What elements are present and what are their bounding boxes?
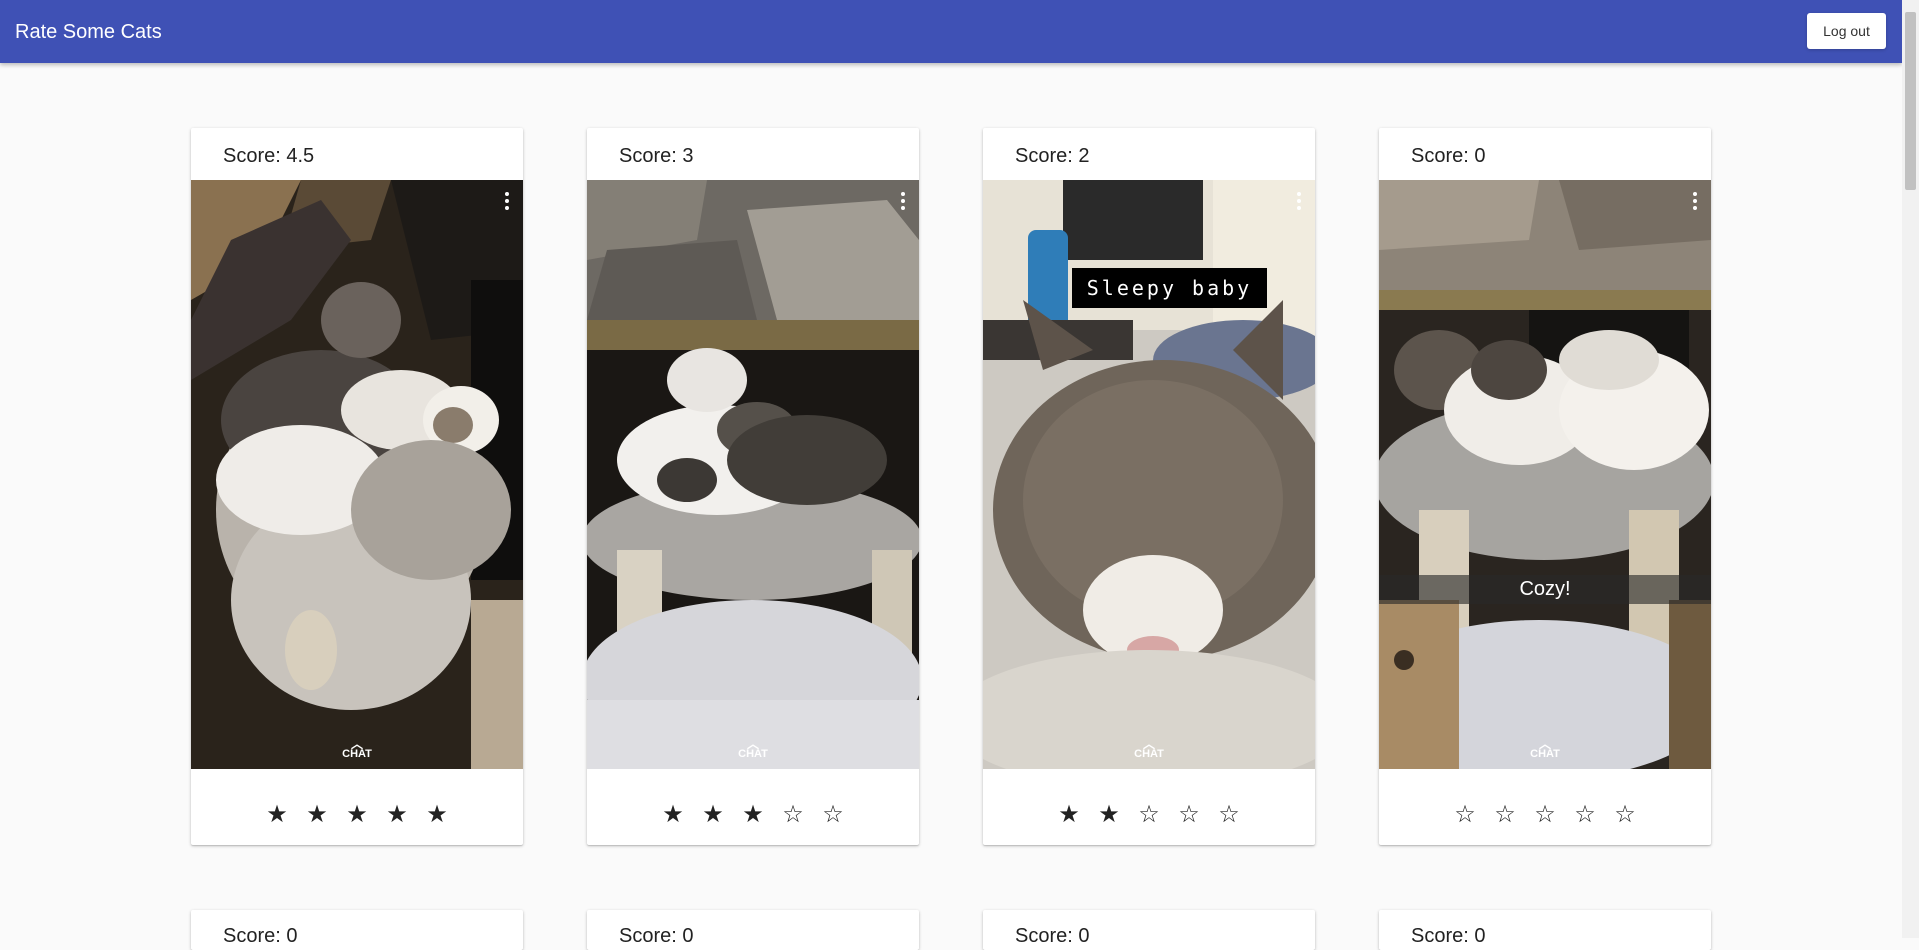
cat-card: Score: 3 ︿ CHAT ★ ★ ★ ☆ ☆ bbox=[587, 128, 919, 845]
more-vert-icon[interactable] bbox=[901, 192, 905, 210]
score-label: Score: 0 bbox=[1411, 145, 1486, 167]
cat-card: Score: 4.5 ︿ CHAT ★ ★ ★ ★ ★ bbox=[191, 128, 523, 845]
chat-icon: ︿ CHAT bbox=[342, 737, 372, 760]
score-label: Score: 0 bbox=[619, 925, 694, 947]
star-3-icon[interactable]: ★ bbox=[337, 799, 377, 829]
app-bar: Rate Some Cats Log out bbox=[0, 0, 1902, 63]
star-4-icon[interactable]: ☆ bbox=[1565, 799, 1605, 829]
star-2-icon[interactable]: ★ bbox=[297, 799, 337, 829]
star-rating: ★ ★ ★ ☆ ☆ bbox=[587, 799, 919, 829]
photo-caption: Sleepy baby bbox=[1072, 268, 1267, 308]
score-label: Score: 4.5 bbox=[223, 145, 315, 167]
cat-card: Score: 0 bbox=[983, 910, 1315, 950]
cat-photo: Cozy! ︿ CHAT bbox=[1379, 180, 1711, 769]
score-label: Score: 0 bbox=[1015, 925, 1090, 947]
star-5-icon[interactable]: ☆ bbox=[1605, 799, 1645, 829]
star-4-icon[interactable]: ★ bbox=[377, 799, 417, 829]
star-1-icon[interactable]: ★ bbox=[257, 799, 297, 829]
star-2-icon[interactable]: ★ bbox=[1089, 799, 1129, 829]
cat-photo: ︿ CHAT bbox=[587, 180, 919, 769]
star-3-icon[interactable]: ☆ bbox=[1129, 799, 1169, 829]
star-1-icon[interactable]: ☆ bbox=[1445, 799, 1485, 829]
cat-card: Score: 0 bbox=[191, 910, 523, 950]
star-4-icon[interactable]: ☆ bbox=[773, 799, 813, 829]
app-title: Rate Some Cats bbox=[15, 21, 162, 43]
star-rating: ☆ ☆ ☆ ☆ ☆ bbox=[1379, 799, 1711, 829]
cat-card: Score: 0 Cozy! ︿ CHAT ☆ ☆ ☆ ☆ ☆ bbox=[1379, 128, 1711, 845]
logout-button[interactable]: Log out bbox=[1807, 13, 1886, 49]
star-rating: ★ ★ ☆ ☆ ☆ bbox=[983, 799, 1315, 829]
star-4-icon[interactable]: ☆ bbox=[1169, 799, 1209, 829]
more-vert-icon[interactable] bbox=[1693, 192, 1697, 210]
cat-card: Score: 0 bbox=[587, 910, 919, 950]
star-2-icon[interactable]: ★ bbox=[693, 799, 733, 829]
star-1-icon[interactable]: ★ bbox=[1049, 799, 1089, 829]
star-1-icon[interactable]: ★ bbox=[653, 799, 693, 829]
photo-caption: Cozy! bbox=[1379, 575, 1711, 604]
star-2-icon[interactable]: ☆ bbox=[1485, 799, 1525, 829]
score-label: Score: 0 bbox=[1411, 925, 1486, 947]
more-vert-icon[interactable] bbox=[1297, 192, 1301, 210]
score-label: Score: 3 bbox=[619, 145, 694, 167]
chat-icon: ︿ CHAT bbox=[1530, 737, 1560, 760]
star-5-icon[interactable]: ☆ bbox=[813, 799, 853, 829]
star-5-icon[interactable]: ★ bbox=[417, 799, 457, 829]
star-3-icon[interactable]: ☆ bbox=[1525, 799, 1565, 829]
star-5-icon[interactable]: ☆ bbox=[1209, 799, 1249, 829]
score-label: Score: 2 bbox=[1015, 145, 1090, 167]
cat-card: Score: 0 bbox=[1379, 910, 1711, 950]
cat-photo: Sleepy baby ︿ CHAT bbox=[983, 180, 1315, 769]
score-label: Score: 0 bbox=[223, 925, 298, 947]
scrollbar-thumb[interactable] bbox=[1905, 12, 1916, 190]
star-rating: ★ ★ ★ ★ ★ bbox=[191, 799, 523, 829]
cat-photo: ︿ CHAT bbox=[191, 180, 523, 769]
more-vert-icon[interactable] bbox=[505, 192, 509, 210]
chat-icon: ︿ CHAT bbox=[1134, 737, 1164, 760]
cat-card: Score: 2 Sleepy baby ︿ CHAT ★ ★ ☆ ☆ ☆ bbox=[983, 128, 1315, 845]
chat-icon: ︿ CHAT bbox=[738, 737, 768, 760]
star-3-icon[interactable]: ★ bbox=[733, 799, 773, 829]
